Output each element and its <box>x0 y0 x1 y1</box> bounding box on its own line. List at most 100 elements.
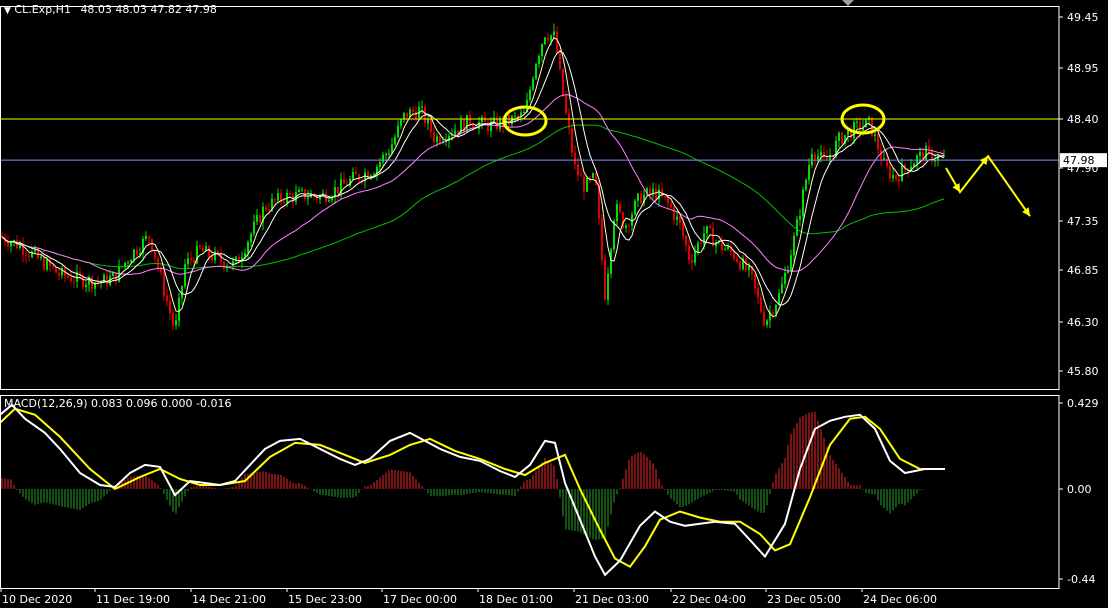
candle-body <box>565 96 567 114</box>
candle-body <box>748 265 750 271</box>
candle-body <box>706 225 708 234</box>
candle-body <box>130 260 132 263</box>
candle-body <box>514 115 516 117</box>
candle-body <box>85 284 87 288</box>
candle-body <box>52 265 54 268</box>
candle-body <box>790 255 792 271</box>
candle-body <box>559 52 561 69</box>
candle-body <box>805 179 807 190</box>
candle-body <box>763 311 765 325</box>
candle-body <box>268 209 270 211</box>
candle-body <box>859 121 861 132</box>
candle-body <box>172 313 174 326</box>
candle-body <box>679 216 681 223</box>
candle-body <box>625 225 627 228</box>
candle-body <box>886 158 888 167</box>
candle-body <box>739 261 741 270</box>
candle-body <box>208 246 210 257</box>
candle-body <box>106 274 108 285</box>
candle-body <box>232 260 234 267</box>
candle-body <box>40 256 42 258</box>
candle-body <box>421 106 423 108</box>
macd-tick-label: 0.429 <box>1067 397 1099 410</box>
candle-body <box>820 151 822 156</box>
candle-body <box>343 179 345 184</box>
candle-body <box>133 249 135 261</box>
time-tick-label: 11 Dec 19:00 <box>96 593 170 606</box>
candle-body <box>736 258 738 262</box>
candle-body <box>793 235 795 256</box>
candle-body <box>493 117 495 122</box>
time-tick-label: 23 Dec 05:00 <box>767 593 841 606</box>
candle-body <box>889 166 891 179</box>
time-tick-label: 15 Dec 23:00 <box>288 593 362 606</box>
candle-body <box>592 173 594 179</box>
candle-body <box>682 222 684 237</box>
candle-body <box>928 146 930 150</box>
candle-body <box>688 245 690 261</box>
candle-body <box>808 165 810 180</box>
candle-body <box>613 221 615 250</box>
candle-body <box>841 132 843 145</box>
candle-body <box>481 116 483 123</box>
price-tick-label: 46.30 <box>1067 316 1099 329</box>
candle-body <box>484 116 486 123</box>
candle-body <box>388 153 390 155</box>
candle-body <box>877 134 879 150</box>
candle-body <box>583 176 585 192</box>
candle-body <box>532 78 534 90</box>
candle-body <box>784 272 786 284</box>
candle-body <box>394 137 396 145</box>
candle-body <box>799 216 801 220</box>
candle-body <box>802 189 804 217</box>
candle-body <box>616 204 618 222</box>
price-tick-label: 48.95 <box>1067 62 1099 75</box>
candle-body <box>649 188 651 194</box>
candle-body <box>307 197 309 199</box>
candle-body <box>469 114 471 126</box>
candle-body <box>298 189 300 192</box>
candle-body <box>169 301 171 314</box>
symbol-label: CL.Exp,H1 <box>14 3 71 16</box>
candle-body <box>385 154 387 156</box>
candle-body <box>685 236 687 246</box>
current-price-label: 47.98 <box>1063 154 1095 167</box>
candle-body <box>544 37 546 45</box>
candle-body <box>58 272 60 276</box>
candle-body <box>397 125 399 138</box>
candle-body <box>274 198 276 201</box>
candle-body <box>838 132 840 141</box>
candle-body <box>667 197 669 204</box>
candle-body <box>166 295 168 302</box>
candle-body <box>604 259 606 300</box>
candle-body <box>379 162 381 167</box>
candle-body <box>874 134 876 136</box>
candle-body <box>259 215 261 223</box>
candle-body <box>400 119 402 126</box>
candle-body <box>607 273 609 300</box>
candle-body <box>766 320 768 325</box>
price-tick-label: 49.45 <box>1067 11 1099 24</box>
candle-body <box>880 149 882 160</box>
candle-body <box>163 272 165 296</box>
candle-body <box>415 111 417 119</box>
candle-body <box>202 247 204 252</box>
candle-body <box>10 242 12 247</box>
candle-body <box>562 68 564 97</box>
chart-canvas[interactable]: 49.4548.9548.4047.9047.3546.8546.3045.80… <box>0 0 1108 608</box>
candle-body <box>355 172 357 175</box>
candle-body <box>691 260 693 263</box>
candle-body <box>289 192 291 195</box>
price-tick-label: 45.80 <box>1067 365 1099 378</box>
candle-body <box>925 146 927 161</box>
candle-body <box>256 215 258 222</box>
candle-body <box>673 207 675 220</box>
candle-body <box>577 164 579 176</box>
dropdown-triangle-icon[interactable]: ▼ <box>4 6 11 16</box>
candle-body <box>127 262 129 264</box>
candle-body <box>652 188 654 194</box>
candle-body <box>727 246 729 249</box>
candle-body <box>865 119 867 128</box>
candle-body <box>190 258 192 261</box>
candle-body <box>406 112 408 117</box>
